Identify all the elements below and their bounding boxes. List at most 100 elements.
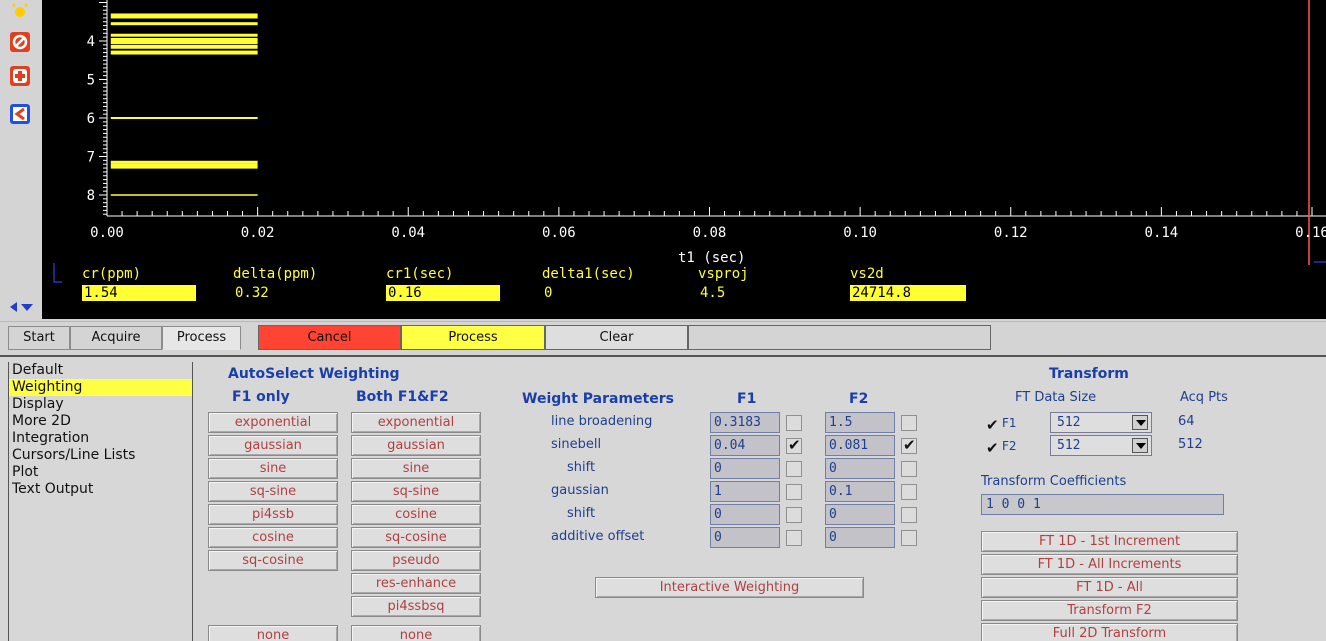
f1-size-select[interactable]: 512 — [1050, 412, 1152, 433]
ft-1d-1st-increment-button[interactable]: FT 1D - 1st Increment — [981, 531, 1238, 552]
interactive-weighting-button[interactable]: Interactive Weighting — [595, 577, 864, 598]
trace-band — [110, 13, 258, 19]
sidebar-item-display[interactable]: Display — [9, 396, 192, 413]
tab-row: Start Acquire Process Cancel Process Cle… — [0, 321, 1326, 355]
f1-gaussian-button[interactable]: gaussian — [208, 435, 338, 456]
param-f2-additive-offset-checkbox[interactable] — [901, 530, 917, 546]
param-f1-gaussian-checkbox[interactable] — [786, 484, 802, 500]
param-f2-gaussian-checkbox[interactable] — [901, 484, 917, 500]
param-f2-gaussian-input[interactable]: 0.1 — [825, 481, 895, 502]
param-f1-shift-checkbox[interactable] — [786, 461, 802, 477]
f1-cosine-button[interactable]: cosine — [208, 527, 338, 548]
param-f1-sinebell-checkbox[interactable]: ✔ — [786, 436, 802, 454]
transform-title: Transform — [1049, 366, 1129, 382]
chevron-down-icon[interactable] — [1132, 438, 1148, 453]
param-f1-line-broadening-input[interactable]: 0.3183 — [710, 412, 780, 433]
param-f1-gaussian-input[interactable]: 1 — [710, 481, 780, 502]
f1-exponential-button[interactable]: exponential — [208, 412, 338, 433]
param-name-4: vsproj — [698, 266, 749, 282]
tab-process[interactable]: Process — [162, 326, 241, 350]
f1-sq-cosine-button[interactable]: sq-cosine — [208, 550, 338, 571]
param-f1-line-broadening-checkbox[interactable] — [786, 415, 802, 431]
corner-marker — [53, 263, 62, 283]
param-f1-shift-checkbox[interactable] — [786, 507, 802, 523]
sidebar-item-more-2d[interactable]: More 2D — [9, 413, 192, 430]
spectrum-plot[interactable]: 4 5 6 7 8 0.00 0.02 0.04 0.06 0.08 0.10 0.12 0.14 0.1… — [42, 0, 1326, 319]
y-tick-label: 4 — [87, 34, 95, 50]
chevron-down-icon[interactable] — [1132, 415, 1148, 430]
both-sq-sine-button[interactable]: sq-sine — [351, 481, 481, 502]
sidebar-item-default[interactable]: Default — [9, 362, 192, 379]
both-none-button[interactable]: none — [351, 625, 481, 641]
trace-band — [110, 50, 258, 55]
param-value-2[interactable]: 0.16 — [386, 285, 500, 301]
trace-band — [110, 160, 258, 164]
both-exponential-button[interactable]: exponential — [351, 412, 481, 433]
x-tick-label: 0.06 — [542, 225, 576, 241]
both-cosine-button[interactable]: cosine — [351, 504, 481, 525]
both-sine-button[interactable]: sine — [351, 458, 481, 479]
x-tick-label: 0.02 — [241, 225, 275, 241]
plus-box-icon[interactable] — [10, 66, 30, 86]
param-f2-shift-input[interactable]: 0 — [825, 458, 895, 479]
param-f1-additive-offset-input[interactable]: 0 — [710, 527, 780, 548]
param-name-3: delta1(sec) — [542, 266, 635, 282]
param-value-5[interactable]: 24714.8 — [850, 285, 966, 301]
param-f2-shift-input[interactable]: 0 — [825, 504, 895, 525]
param-f2-line-broadening-input[interactable]: 1.5 — [825, 412, 895, 433]
f1-none-button[interactable]: none — [208, 625, 338, 641]
transform-f2-button[interactable]: Transform F2 — [981, 600, 1238, 621]
y-tick-label: 7 — [87, 150, 95, 166]
acq-pts-header: Acq Pts — [1180, 390, 1228, 405]
param-value-4[interactable]: 4.5 — [698, 285, 812, 301]
both-gaussian-button[interactable]: gaussian — [351, 435, 481, 456]
f1-size-value: 512 — [1057, 415, 1081, 430]
f2-size-select[interactable]: 512 — [1050, 435, 1152, 456]
trace-band — [110, 38, 258, 44]
tab-acquire[interactable]: Acquire — [70, 326, 162, 350]
full-2d-transform-button[interactable]: Full 2D Transform — [981, 623, 1238, 641]
autoselect-title: AutoSelect Weighting — [228, 366, 400, 382]
process-button[interactable]: Process — [401, 325, 545, 350]
param-f2-additive-offset-input[interactable]: 0 — [825, 527, 895, 548]
sun-icon[interactable] — [10, 2, 30, 22]
transform-coef-input[interactable]: 1 0 0 1 — [981, 494, 1224, 515]
param-f2-sinebell-checkbox[interactable]: ✔ — [901, 436, 917, 454]
ft-1d-all-increments-button[interactable]: FT 1D - All Increments — [981, 554, 1238, 575]
trace-band — [110, 33, 258, 37]
param-f2-shift-checkbox[interactable] — [901, 461, 917, 477]
param-f2-line-broadening-checkbox[interactable] — [901, 415, 917, 431]
param-f2-sinebell-input[interactable]: 0.081 — [825, 435, 895, 456]
param-f2-shift-checkbox[interactable] — [901, 507, 917, 523]
sidebar-item-weighting[interactable]: Weighting — [9, 379, 192, 396]
f2-transform-checkbox[interactable]: ✔ — [986, 438, 1002, 457]
param-f1-shift-input[interactable]: 0 — [710, 504, 780, 525]
param-value-1[interactable]: 0.32 — [233, 285, 347, 301]
both-pseudo-button[interactable]: pseudo — [351, 550, 481, 571]
param-value-0[interactable]: 1.54 — [82, 285, 196, 301]
back-arrow-icon[interactable] — [10, 104, 30, 124]
sidebar-item-plot[interactable]: Plot — [9, 464, 192, 481]
both-res-enhance-button[interactable]: res-enhance — [351, 573, 481, 594]
param-f1-shift-input[interactable]: 0 — [710, 458, 780, 479]
f1-sine-button[interactable]: sine — [208, 458, 338, 479]
no-entry-icon[interactable] — [10, 32, 30, 52]
both-sq-cosine-button[interactable]: sq-cosine — [351, 527, 481, 548]
param-label-line-broadening: line broadening — [551, 414, 653, 429]
tab-start[interactable]: Start — [8, 326, 70, 350]
cancel-button[interactable]: Cancel — [258, 325, 401, 350]
sidebar-item-integration[interactable]: Integration — [9, 430, 192, 447]
param-f1-sinebell-input[interactable]: 0.04 — [710, 435, 780, 456]
both-pi4ssbsq-button[interactable]: pi4ssbsq — [351, 596, 481, 617]
sidebar-item-cursors-line-lists[interactable]: Cursors/Line Lists — [9, 447, 192, 464]
param-f1-additive-offset-checkbox[interactable] — [786, 530, 802, 546]
param-label-shift: shift — [567, 460, 596, 475]
f1-sq-sine-button[interactable]: sq-sine — [208, 481, 338, 502]
f1-pi4ssb-button[interactable]: pi4ssb — [208, 504, 338, 525]
f1-transform-checkbox[interactable]: ✔ — [986, 415, 1002, 434]
param-value-3[interactable]: 0 — [542, 285, 656, 301]
ft-1d-all-button[interactable]: FT 1D - All — [981, 577, 1238, 598]
sidebar-item-text-output[interactable]: Text Output — [9, 481, 192, 498]
clear-button[interactable]: Clear — [545, 325, 688, 350]
param-name-0: cr(ppm) — [82, 266, 142, 282]
